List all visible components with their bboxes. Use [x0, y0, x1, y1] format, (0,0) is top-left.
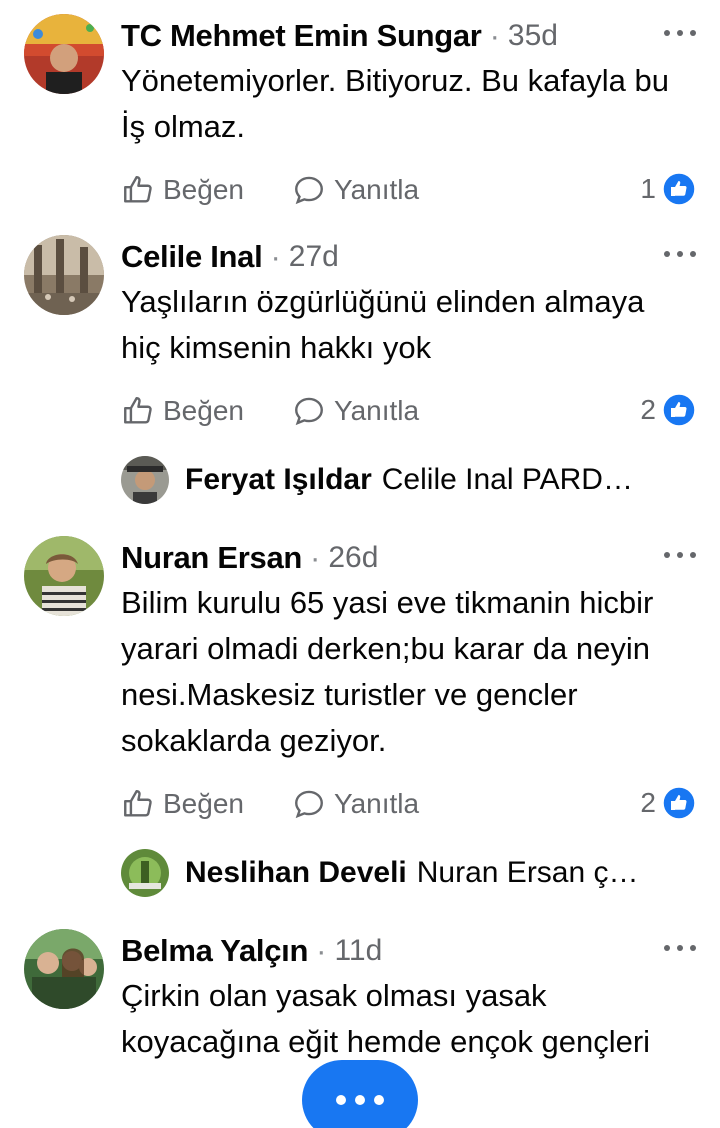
- like-label: Beğen: [163, 395, 244, 426]
- comment-text: Çirkin olan yasak olması yasak koyacağın…: [121, 978, 651, 1059]
- comment-body: TC Mehmet Emin Sungar · 35d Yönetemiyorl…: [121, 14, 696, 214]
- reply-button[interactable]: Yanıtla: [292, 787, 419, 821]
- reply-author-name[interactable]: Neslihan Develi: [185, 856, 407, 890]
- reply-label: Yanıtla: [333, 788, 420, 819]
- reply-preview[interactable]: Neslihan Develi Nuran Ersan ç…: [121, 849, 680, 897]
- reply-preview[interactable]: Feryat Işıldar Celile Inal PARD…: [121, 456, 680, 504]
- reply-avatar: [121, 456, 169, 504]
- reaction-summary[interactable]: 2: [640, 786, 696, 820]
- avatar[interactable]: [24, 235, 104, 315]
- reply-author-name[interactable]: Feryat Işıldar: [185, 463, 372, 497]
- comment-text: Yaşlıların özgürlüğünü elinden almaya hi…: [121, 284, 645, 365]
- author-name[interactable]: Nuran Ersan: [121, 540, 302, 576]
- speech-bubble-icon: [295, 176, 323, 205]
- avatar[interactable]: [24, 14, 104, 94]
- comment-actions: Beğen Yanıtla 2: [121, 780, 696, 828]
- reply-button[interactable]: Yanıtla: [292, 173, 419, 207]
- dot: [355, 1095, 365, 1105]
- like-button[interactable]: Beğen: [121, 394, 244, 428]
- more-options-icon[interactable]: [664, 247, 696, 261]
- more-options-icon[interactable]: [664, 548, 696, 562]
- timestamp[interactable]: 11d: [334, 934, 382, 968]
- comment-body: Celile Inal · 27d Yaşlıların özgürlüğünü…: [121, 235, 696, 435]
- reply-label: Yanıtla: [333, 395, 420, 426]
- separator: ·: [316, 933, 327, 968]
- reaction-summary[interactable]: 2: [640, 393, 696, 427]
- comment-text: Yönetemiyorler. Bitiyoruz. Bu kafayla bu…: [121, 63, 669, 144]
- comment-actions: Beğen Yanıtla 1: [121, 166, 696, 214]
- reaction-summary[interactable]: 1: [640, 172, 696, 206]
- more-options-icon[interactable]: [664, 941, 696, 955]
- reply-text: Celile Inal PARD…: [381, 463, 633, 496]
- separator: ·: [489, 18, 500, 53]
- like-button[interactable]: Beğen: [121, 787, 244, 821]
- like-label: Beğen: [163, 788, 244, 819]
- author-name[interactable]: Belma Yalçın: [121, 933, 308, 969]
- author-name[interactable]: TC Mehmet Emin Sungar: [121, 18, 482, 54]
- reply-label: Yanıtla: [333, 174, 420, 205]
- thumbs-up-icon: [124, 176, 152, 203]
- separator: ·: [310, 540, 321, 575]
- reply-button[interactable]: Yanıtla: [292, 394, 419, 428]
- comment-header: Nuran Ersan · 26d: [121, 536, 696, 580]
- comment-header: Celile Inal · 27d: [121, 235, 696, 279]
- comment-text: Bilim kurulu 65 yasi eve tikmanin hicbir…: [121, 585, 654, 758]
- timestamp[interactable]: 26d: [328, 541, 378, 575]
- reply-avatar: [121, 849, 169, 897]
- like-reaction-icon: [662, 393, 696, 427]
- thumbs-up-icon: [124, 397, 152, 424]
- like-reaction-icon: [662, 172, 696, 206]
- timestamp[interactable]: 27d: [289, 240, 339, 274]
- reaction-count: 1: [640, 173, 656, 204]
- thumbs-up-icon: [124, 790, 152, 817]
- speech-bubble-icon: [295, 397, 323, 426]
- separator: ·: [270, 239, 281, 274]
- dot: [336, 1095, 346, 1105]
- comment-header: TC Mehmet Emin Sungar · 35d: [121, 14, 696, 58]
- more-comments-button[interactable]: [302, 1060, 418, 1128]
- more-options-icon[interactable]: [664, 26, 696, 40]
- like-reaction-icon: [662, 786, 696, 820]
- reaction-count: 2: [640, 787, 656, 818]
- comments-feed: TC Mehmet Emin Sungar · 35d Yönetemiyorl…: [0, 0, 720, 1128]
- timestamp[interactable]: 35d: [508, 19, 558, 53]
- reply-text: Nuran Ersan ç…: [416, 856, 639, 889]
- comment-body: Nuran Ersan · 26d Bilim kurulu 65 yasi e…: [121, 536, 696, 828]
- like-button[interactable]: Beğen: [121, 173, 244, 207]
- reaction-count: 2: [640, 394, 656, 425]
- avatar[interactable]: [24, 929, 104, 1009]
- comment-actions: Beğen Yanıtla 2: [121, 387, 696, 435]
- dot: [374, 1095, 384, 1105]
- speech-bubble-icon: [295, 790, 323, 819]
- avatar[interactable]: [24, 536, 104, 616]
- comment-header: Belma Yalçın · 11d: [121, 929, 696, 973]
- author-name[interactable]: Celile Inal: [121, 239, 263, 275]
- comment-body: Belma Yalçın · 11d Çirkin olan yasak olm…: [121, 929, 696, 1065]
- like-label: Beğen: [163, 174, 244, 205]
